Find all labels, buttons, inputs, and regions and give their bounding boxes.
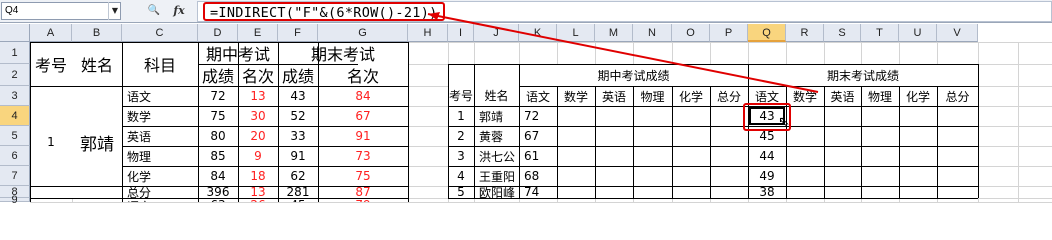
annotation-arrow <box>427 12 819 93</box>
gridline <box>30 202 1052 203</box>
